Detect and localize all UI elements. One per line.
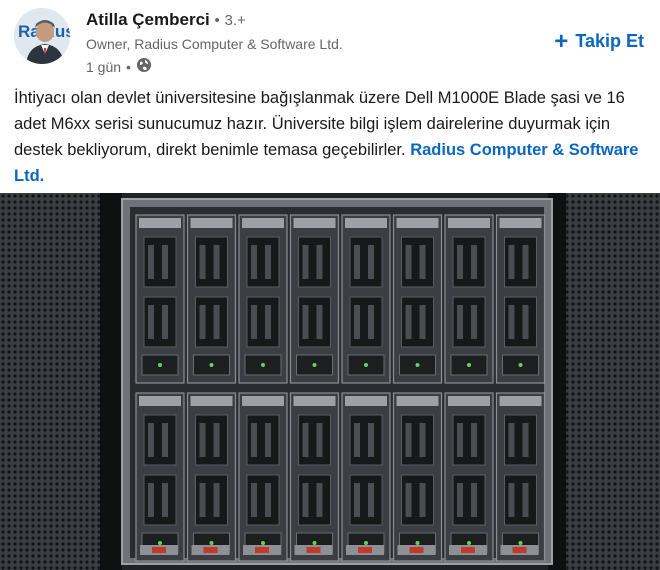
connection-separator: •	[214, 12, 220, 29]
author-headline: Owner, Radius Computer & Software Ltd.	[86, 36, 343, 52]
time-separator: •	[126, 58, 131, 75]
author-meta: Atilla Çemberci • 3.+ Owner, Radius Comp…	[86, 10, 343, 77]
post-text: İhtiyacı olan devlet üniversitesine bağı…	[14, 85, 646, 189]
globe-icon	[136, 57, 152, 77]
author-avatar[interactable]: Radius	[14, 8, 70, 64]
connection-degree: 3.+	[224, 12, 246, 29]
post-time: 1 gün	[86, 58, 122, 75]
post-time-row: 1 gün •	[86, 57, 343, 77]
post-header: Radius Atilla Çemberci • 3.+ Owner, Radi…	[14, 8, 654, 78]
author-name-row: Atilla Çemberci • 3.+	[86, 10, 343, 31]
follow-button[interactable]: + Takip Et	[548, 27, 650, 55]
feed-post: Radius Atilla Çemberci • 3.+ Owner, Radi…	[0, 0, 660, 570]
follow-label: Takip Et	[575, 31, 644, 51]
server-rack-photo	[0, 193, 660, 570]
author-name[interactable]: Atilla Çemberci	[86, 10, 210, 29]
plus-icon: +	[554, 27, 569, 55]
post-image[interactable]	[0, 193, 660, 570]
